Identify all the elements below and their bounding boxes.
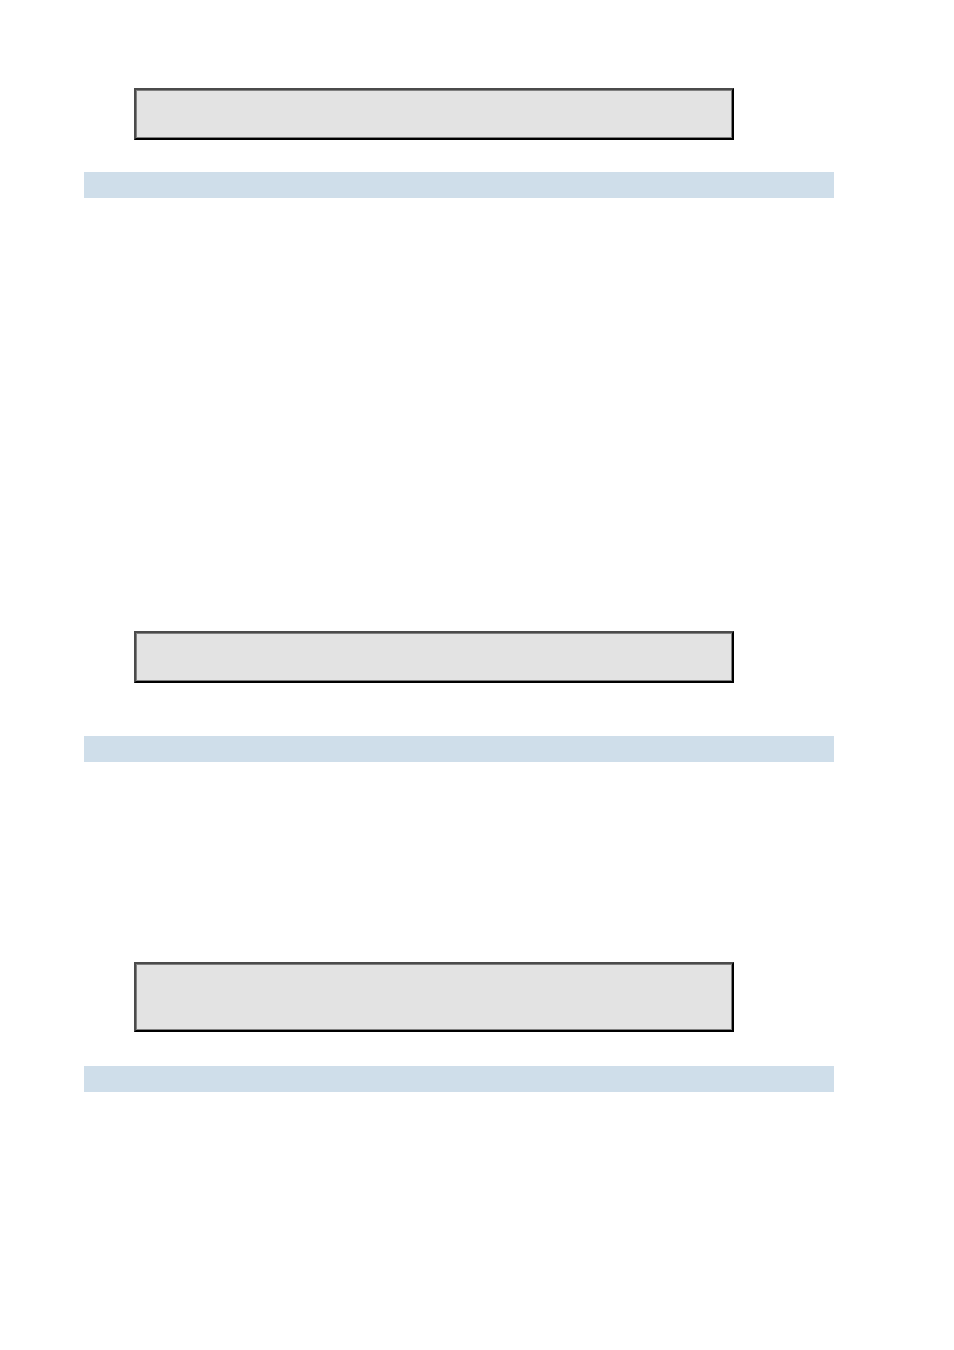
page-container: [0, 0, 954, 1350]
grey-box-2: [134, 631, 734, 683]
blue-bar-1: [84, 172, 834, 198]
blue-bar-2: [84, 736, 834, 762]
grey-box-1: [134, 88, 734, 140]
grey-box-3: [134, 962, 734, 1032]
blue-bar-3: [84, 1066, 834, 1092]
